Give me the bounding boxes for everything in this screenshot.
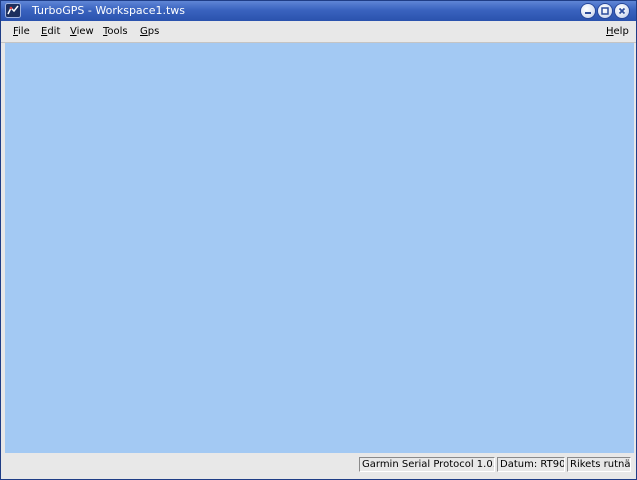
menu-edit[interactable]: Edit (41, 25, 60, 38)
menu-view-label: iew (76, 26, 94, 37)
menu-help[interactable]: Help (606, 25, 629, 38)
menu-file[interactable]: File (13, 25, 30, 38)
maximize-icon (601, 7, 609, 15)
menu-bar: File Edit View Tools Gps Help (1, 21, 636, 43)
title-bar[interactable]: TurboGPS - Workspace1.tws (1, 1, 636, 21)
maximize-button[interactable] (598, 4, 612, 18)
menu-gps[interactable]: Gps (140, 25, 159, 38)
menu-gps-label: ps (147, 26, 160, 37)
menu-edit-label: dit (47, 26, 61, 37)
minimize-button[interactable] (581, 4, 595, 18)
menu-view[interactable]: View (70, 25, 94, 38)
menu-gps-mnemonic: G (140, 26, 148, 37)
menu-view-mnemonic: V (70, 26, 77, 37)
status-datum: Datum: RT90 (497, 457, 565, 472)
close-icon (618, 7, 626, 15)
menu-tools[interactable]: Tools (103, 25, 128, 38)
app-icon[interactable] (5, 3, 21, 18)
workspace-area[interactable] (5, 43, 634, 453)
close-button[interactable] (615, 4, 629, 18)
menu-file-label: ile (18, 26, 30, 37)
minimize-icon (585, 12, 591, 14)
menu-help-mnemonic: H (606, 26, 614, 37)
menu-tools-label: ools (107, 26, 128, 37)
application-window: TurboGPS - Workspace1.tws File Edit View… (0, 0, 637, 480)
status-protocol: Garmin Serial Protocol 1.0.0 (359, 457, 495, 472)
status-bar: Garmin Serial Protocol 1.0.0 Datum: RT90… (1, 453, 636, 479)
window-title: TurboGPS - Workspace1.tws (32, 4, 186, 17)
status-grid: Rikets rutnät (567, 457, 631, 472)
menu-help-label: elp (613, 26, 629, 37)
